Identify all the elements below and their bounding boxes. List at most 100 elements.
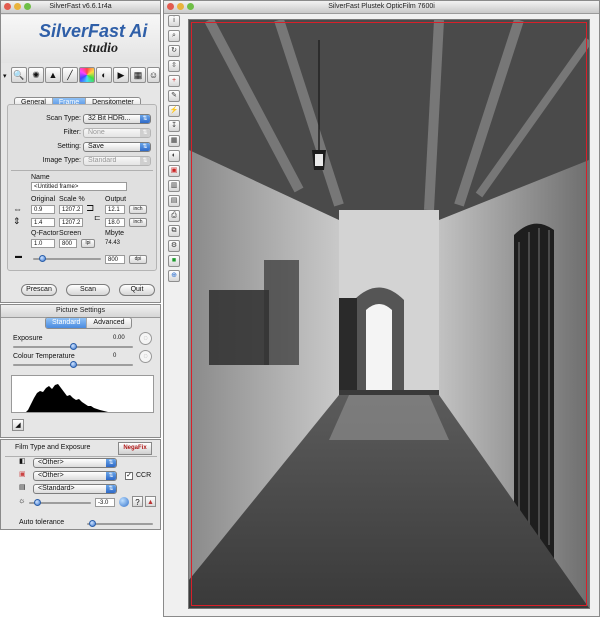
gradation-icon[interactable]: ✺ bbox=[28, 67, 44, 83]
settings-icon[interactable]: ⚙ bbox=[168, 240, 180, 252]
close-window-button[interactable] bbox=[4, 3, 11, 10]
person-expert-icon[interactable]: ☺ bbox=[147, 67, 160, 83]
silverfast-main-window: SilverFast v6.6.1r4a SilverFast Ai studi… bbox=[0, 0, 161, 303]
auto-tolerance-label: Auto tolerance bbox=[19, 519, 65, 526]
scan-type-label: Scan Type: bbox=[46, 115, 81, 122]
screen-unit-button[interactable]: lpi bbox=[81, 239, 95, 248]
height-unit-button[interactable]: inch bbox=[129, 218, 147, 227]
film-type-title: Film Type and Exposure bbox=[15, 444, 91, 451]
auto-tolerance-slider-track[interactable] bbox=[87, 523, 153, 525]
preview-window-title: SilverFast Plustek OpticFilm 7600i bbox=[328, 3, 435, 10]
resolution-input[interactable]: 800 bbox=[105, 255, 125, 264]
exposure-reset-icon[interactable]: ◌ bbox=[139, 332, 152, 345]
zoom-window-button[interactable] bbox=[24, 3, 31, 10]
gradation-curve-icon[interactable]: ╱ bbox=[62, 67, 78, 83]
flip-icon[interactable]: ⇳ bbox=[168, 60, 180, 72]
film-manufacturer-icon: ◧ bbox=[19, 458, 26, 465]
usm-sharpen-icon[interactable]: ▶ bbox=[113, 67, 129, 83]
film-exposure-input[interactable]: -3.0 bbox=[95, 498, 115, 507]
histogram-icon[interactable]: ▲ bbox=[45, 67, 61, 83]
scan-button[interactable]: Scan bbox=[66, 284, 110, 296]
main-titlebar: SilverFast v6.6.1r4a bbox=[1, 1, 160, 14]
tab-advanced[interactable]: Advanced bbox=[87, 318, 130, 328]
grid-icon[interactable]: ▥ bbox=[168, 180, 180, 192]
output-chain-icon: ⊏ bbox=[94, 213, 101, 222]
exposure-slider-knob[interactable] bbox=[70, 343, 77, 350]
minimize-window-button[interactable] bbox=[14, 3, 21, 10]
dust-removal-icon[interactable]: ⚡ bbox=[168, 105, 180, 117]
colour-temperature-reset-icon[interactable]: ◌ bbox=[139, 350, 152, 363]
popup-arrows-icon: ⇅ bbox=[106, 472, 116, 480]
pages-icon[interactable]: ⧉ bbox=[168, 225, 180, 237]
film-type-value: <Standard> bbox=[38, 485, 75, 492]
ccr-checkbox[interactable]: ✓ bbox=[125, 472, 133, 480]
filter-popup[interactable]: None ⇅ bbox=[83, 128, 151, 138]
ruler-icon[interactable]: ↧ bbox=[168, 120, 180, 132]
zoom-icon[interactable]: ⌕ bbox=[168, 30, 180, 42]
info-icon[interactable]: i bbox=[168, 15, 180, 27]
image-type-value: Standard bbox=[88, 157, 117, 164]
film-exposure-slider-knob[interactable] bbox=[34, 499, 41, 506]
film-type-popup[interactable]: <Standard> ⇅ bbox=[33, 484, 117, 494]
disclosure-arrow-icon[interactable]: ▾ bbox=[3, 72, 7, 80]
close-window-button[interactable] bbox=[167, 3, 174, 10]
negafix-label: NegaFix bbox=[123, 445, 147, 451]
resolution-unit-button[interactable]: dpi bbox=[129, 255, 147, 264]
film-expert-icon[interactable]: ▲ bbox=[145, 496, 156, 507]
crosshair-icon[interactable]: + bbox=[168, 75, 180, 87]
resolution-slider-knob[interactable] bbox=[39, 255, 46, 262]
eyedropper-icon[interactable]: ✎ bbox=[168, 90, 180, 102]
scale-width-input[interactable]: 1207.2 bbox=[59, 205, 83, 214]
descreen-icon[interactable]: ▦ bbox=[130, 67, 146, 83]
width-unit-button[interactable]: inch bbox=[129, 205, 147, 214]
printer-icon[interactable]: ⎙ bbox=[168, 210, 180, 222]
scale-height-input[interactable]: 1207.2 bbox=[59, 218, 83, 227]
popup-arrows-icon: ⇅ bbox=[140, 115, 150, 123]
divider bbox=[11, 170, 153, 171]
scan-type-popup[interactable]: 32 Bit HDRi... ⇅ bbox=[83, 114, 151, 124]
scan-selection-frame[interactable] bbox=[191, 22, 587, 606]
resolution-slider-icon: ▬ bbox=[15, 253, 22, 260]
setting-popup[interactable]: Save ⇅ bbox=[83, 142, 151, 152]
film-product-popup[interactable]: <Other> ⇅ bbox=[33, 471, 117, 481]
brightness-icon[interactable]: ◐ bbox=[168, 150, 180, 162]
original-width-input[interactable]: 0.9 bbox=[31, 205, 55, 214]
minimize-window-button[interactable] bbox=[177, 3, 184, 10]
picture-settings-window: Picture Settings Standard Advanced Expos… bbox=[0, 304, 161, 438]
zoom-window-button[interactable] bbox=[187, 3, 194, 10]
preview-image[interactable] bbox=[188, 19, 590, 609]
preview-window: SilverFast Plustek OpticFilm 7600i i ⌕ ↻… bbox=[163, 0, 600, 617]
negafix-badge[interactable]: NegaFix bbox=[118, 442, 152, 455]
scan-type-value: 32 Bit HDRi... bbox=[88, 115, 131, 122]
original-height-input[interactable]: 1.4 bbox=[31, 218, 55, 227]
window-controls bbox=[4, 3, 31, 10]
frame-name-input[interactable]: <Untitled frame> bbox=[31, 182, 127, 191]
auto-tolerance-slider-knob[interactable] bbox=[89, 520, 96, 527]
frame-icon[interactable]: ▣ bbox=[168, 165, 180, 177]
quit-button[interactable]: Quit bbox=[119, 284, 155, 296]
qfactor-input[interactable]: 1.0 bbox=[31, 239, 55, 248]
auto-adjust-icon[interactable]: 🔍 bbox=[11, 67, 27, 83]
selective-color-icon[interactable]: ◐ bbox=[96, 67, 112, 83]
film-manufacturer-popup[interactable]: <Other> ⇅ bbox=[33, 458, 117, 468]
film-auto-icon[interactable] bbox=[119, 497, 129, 507]
image-type-popup[interactable]: Standard ⇅ bbox=[83, 156, 151, 166]
color-circle-icon[interactable] bbox=[79, 67, 95, 83]
screen-input[interactable]: 800 bbox=[59, 239, 77, 248]
green-tool-icon[interactable]: ■ bbox=[168, 255, 180, 267]
main-window-title: SilverFast v6.6.1r4a bbox=[49, 3, 112, 10]
multi-frame-icon[interactable]: ▤ bbox=[168, 195, 180, 207]
scale-column-label: Scale % bbox=[59, 196, 85, 203]
colour-temperature-slider-knob[interactable] bbox=[70, 361, 77, 368]
output-height-input[interactable]: 18.0 bbox=[105, 218, 125, 227]
prescan-button[interactable]: Prescan bbox=[21, 284, 57, 296]
histogram-tool-icon[interactable]: ◢ bbox=[12, 419, 24, 431]
grain-icon[interactable]: ▦ bbox=[168, 135, 180, 147]
output-width-input[interactable]: 12.1 bbox=[105, 205, 125, 214]
help-icon[interactable]: ? bbox=[132, 496, 143, 507]
colour-temperature-label: Colour Temperature bbox=[13, 353, 75, 360]
rotate-icon[interactable]: ↻ bbox=[168, 45, 180, 57]
magnify-icon[interactable]: ⊕ bbox=[168, 270, 180, 282]
histogram-shape bbox=[12, 384, 108, 412]
tab-standard[interactable]: Standard bbox=[46, 318, 88, 328]
